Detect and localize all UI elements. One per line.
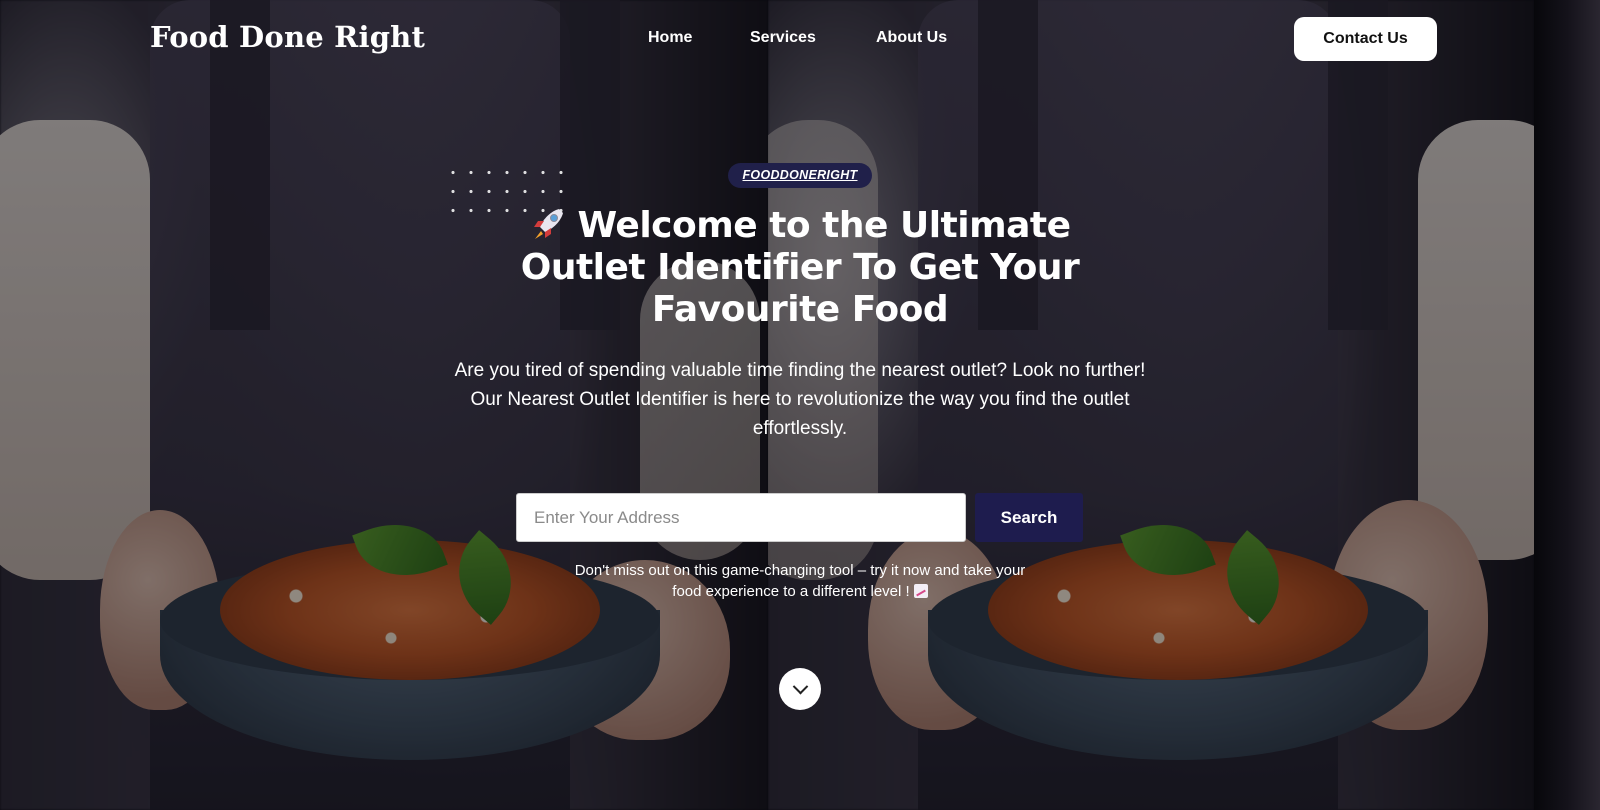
brand-badge: FOODDONERIGHT — [728, 163, 872, 188]
hero-note: Don't miss out on this game-changing too… — [560, 560, 1040, 602]
address-search-input[interactable] — [516, 493, 966, 542]
search-button[interactable]: Search — [975, 493, 1083, 542]
nav-about-link[interactable]: About Us — [876, 29, 947, 47]
hero-headline-text: Welcome to the Ultimate Outlet Identifie… — [520, 205, 1080, 330]
nav-services-link[interactable]: Services — [750, 29, 816, 47]
chevron-down-icon — [792, 678, 808, 694]
hero-note-text: Don't miss out on this game-changing too… — [574, 562, 1026, 600]
site-logo[interactable]: Food Done Right — [150, 20, 425, 54]
hero-intro-text: Are you tired of spending valuable time … — [454, 360, 1146, 439]
nav-home-link[interactable]: Home — [648, 29, 692, 47]
hero-headline: Welcome to the Ultimate Outlet Identifie… — [520, 205, 1080, 331]
rocket-icon — [534, 209, 564, 239]
background-edge — [1534, 0, 1600, 810]
scroll-down-button[interactable] — [779, 668, 821, 710]
chart-increasing-icon — [913, 584, 928, 598]
contact-us-button[interactable]: Contact Us — [1294, 17, 1437, 61]
